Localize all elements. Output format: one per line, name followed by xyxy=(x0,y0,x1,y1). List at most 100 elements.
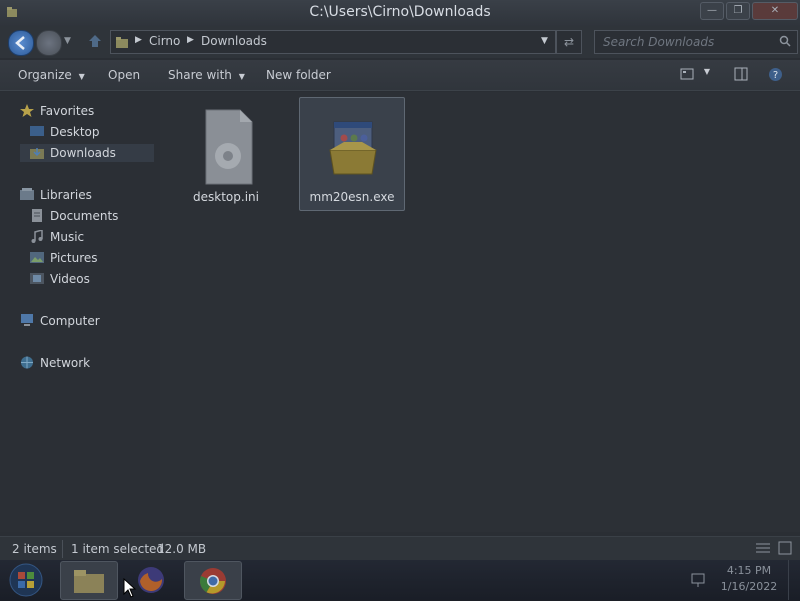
refresh-button[interactable]: ⇄ xyxy=(556,30,582,54)
file-name: desktop.ini xyxy=(193,190,259,204)
change-view-button[interactable]: ▼ xyxy=(680,67,710,84)
back-button[interactable] xyxy=(8,30,34,56)
organize-label: Organize xyxy=(18,68,72,82)
settings-file-icon xyxy=(205,109,253,185)
open-button[interactable]: Open xyxy=(108,68,140,82)
restore-icon: ❐ xyxy=(733,5,743,16)
search-icon xyxy=(779,35,791,47)
new-folder-button[interactable]: New folder xyxy=(266,68,331,82)
status-bar: 2 items 1 item selected 12.0 MB xyxy=(0,536,800,561)
sidebar-item-label: Videos xyxy=(50,272,90,286)
minimize-icon: — xyxy=(707,5,717,16)
address-row: ▼ ▶ Cirno ▶ Downloads ▼ ⇄ xyxy=(0,26,800,58)
forward-button[interactable] xyxy=(36,30,62,56)
open-label: Open xyxy=(108,68,141,82)
recent-pages-dropdown[interactable]: ▼ xyxy=(64,36,71,46)
clock-time: 4:15 PM xyxy=(726,564,772,577)
chevron-down-icon: ▼ xyxy=(541,36,548,46)
taskbar: 4:15 PM 1/16/2022 xyxy=(0,560,800,600)
network-icon xyxy=(691,573,705,587)
large-icons-view-icon xyxy=(778,541,792,555)
desktop-icon xyxy=(30,126,44,136)
sidebar-item-label: Libraries xyxy=(40,188,92,202)
details-view-icon xyxy=(756,543,770,553)
installer-icon xyxy=(329,121,377,175)
chevron-down-icon: ▼ xyxy=(78,72,85,81)
preview-pane-icon xyxy=(734,67,748,81)
address-bar[interactable]: ▶ Cirno ▶ Downloads ▼ xyxy=(110,30,556,54)
taskbar-explorer-button[interactable] xyxy=(60,561,118,600)
network-tray-icon[interactable] xyxy=(690,572,706,591)
sidebar-item-favorites[interactable]: Favorites xyxy=(20,102,150,120)
sidebar-item-label: Computer xyxy=(40,314,100,328)
chevron-down-icon: ▼ xyxy=(703,67,710,76)
search-box[interactable] xyxy=(594,30,798,54)
network-icon xyxy=(21,356,33,369)
selection-size: 12.0 MB xyxy=(157,542,207,556)
file-item-mm20esn-exe[interactable]: mm20esn.exe xyxy=(299,97,405,211)
close-button[interactable]: ✕ xyxy=(752,2,798,20)
sidebar-item-label: Network xyxy=(40,356,91,370)
sidebar-item-documents[interactable]: Documents xyxy=(30,207,150,225)
file-item-desktop-ini[interactable]: desktop.ini xyxy=(174,98,278,210)
folder-icon xyxy=(74,570,104,593)
explorer-window: C:\Users\Cirno\Downloads — ❐ ✕ ▼ ▶ Cirno… xyxy=(0,0,800,561)
file-name: mm20esn.exe xyxy=(309,190,395,204)
pictures-icon xyxy=(30,252,44,263)
sidebar-item-label: Music xyxy=(50,230,85,244)
up-button[interactable] xyxy=(86,32,104,50)
taskbar-clock[interactable]: 4:15 PM 1/16/2022 xyxy=(718,563,780,595)
folder-icon xyxy=(116,37,128,48)
refresh-icon: ⇄ xyxy=(563,35,575,49)
help-icon: ? xyxy=(769,68,782,81)
sidebar-item-videos[interactable]: Videos xyxy=(30,270,150,288)
address-dropdown[interactable]: ▼ xyxy=(541,36,548,46)
sidebar-item-label: Downloads xyxy=(50,146,116,160)
help-button[interactable]: ? xyxy=(768,67,783,85)
mouse-cursor-icon xyxy=(123,578,137,598)
share-with-button[interactable]: Share with ▼ xyxy=(168,68,245,82)
sidebar-item-pictures[interactable]: Pictures xyxy=(30,249,150,267)
minimize-button[interactable]: — xyxy=(700,2,724,20)
start-button[interactable] xyxy=(6,562,46,598)
sidebar-item-desktop[interactable]: Desktop xyxy=(30,123,150,141)
breadcrumb-separator-icon: ▶ xyxy=(187,35,194,45)
sidebar-item-libraries[interactable]: Libraries xyxy=(20,186,150,204)
sidebar-item-label: Desktop xyxy=(50,125,100,139)
documents-icon xyxy=(32,209,42,222)
sidebar-item-music[interactable]: Music xyxy=(30,228,150,246)
libraries-icon xyxy=(20,188,34,200)
search-input[interactable] xyxy=(601,33,775,51)
show-desktop-button[interactable] xyxy=(788,560,800,600)
chevron-down-icon: ▼ xyxy=(238,72,245,81)
file-list: desktop.ini mm20esn.exe xyxy=(160,92,800,532)
large-icons-view-button[interactable] xyxy=(778,541,792,558)
downloads-folder-icon xyxy=(30,148,44,159)
share-with-label: Share with xyxy=(168,68,232,82)
preview-pane-button[interactable] xyxy=(734,67,748,84)
title-bar[interactable]: C:\Users\Cirno\Downloads — ❐ ✕ xyxy=(0,0,800,26)
firefox-icon xyxy=(138,567,164,593)
restore-button[interactable]: ❐ xyxy=(726,2,750,20)
windows-logo-icon xyxy=(9,563,43,597)
taskbar-chrome-button[interactable] xyxy=(184,561,242,600)
organize-button[interactable]: Organize ▼ xyxy=(18,68,85,82)
chevron-down-icon: ▼ xyxy=(64,36,71,46)
view-icon xyxy=(680,68,694,80)
clock-date: 1/16/2022 xyxy=(720,580,778,593)
sidebar-item-downloads[interactable]: Downloads xyxy=(20,144,154,162)
music-icon xyxy=(31,230,43,243)
details-view-button[interactable] xyxy=(756,542,770,557)
videos-icon xyxy=(30,273,44,284)
sidebar-item-network[interactable]: Network xyxy=(20,354,150,372)
up-arrow-icon xyxy=(89,35,101,47)
sidebar-item-label: Pictures xyxy=(50,251,98,265)
breadcrumb-downloads[interactable]: Downloads xyxy=(201,34,267,48)
selection-status: 1 item selected xyxy=(71,542,165,556)
sidebar-item-computer[interactable]: Computer xyxy=(20,312,150,330)
breadcrumb-cirno[interactable]: Cirno xyxy=(149,34,180,48)
computer-icon xyxy=(21,314,33,326)
star-icon xyxy=(20,104,34,117)
window-title: C:\Users\Cirno\Downloads xyxy=(309,4,491,20)
close-icon: ✕ xyxy=(770,5,780,16)
